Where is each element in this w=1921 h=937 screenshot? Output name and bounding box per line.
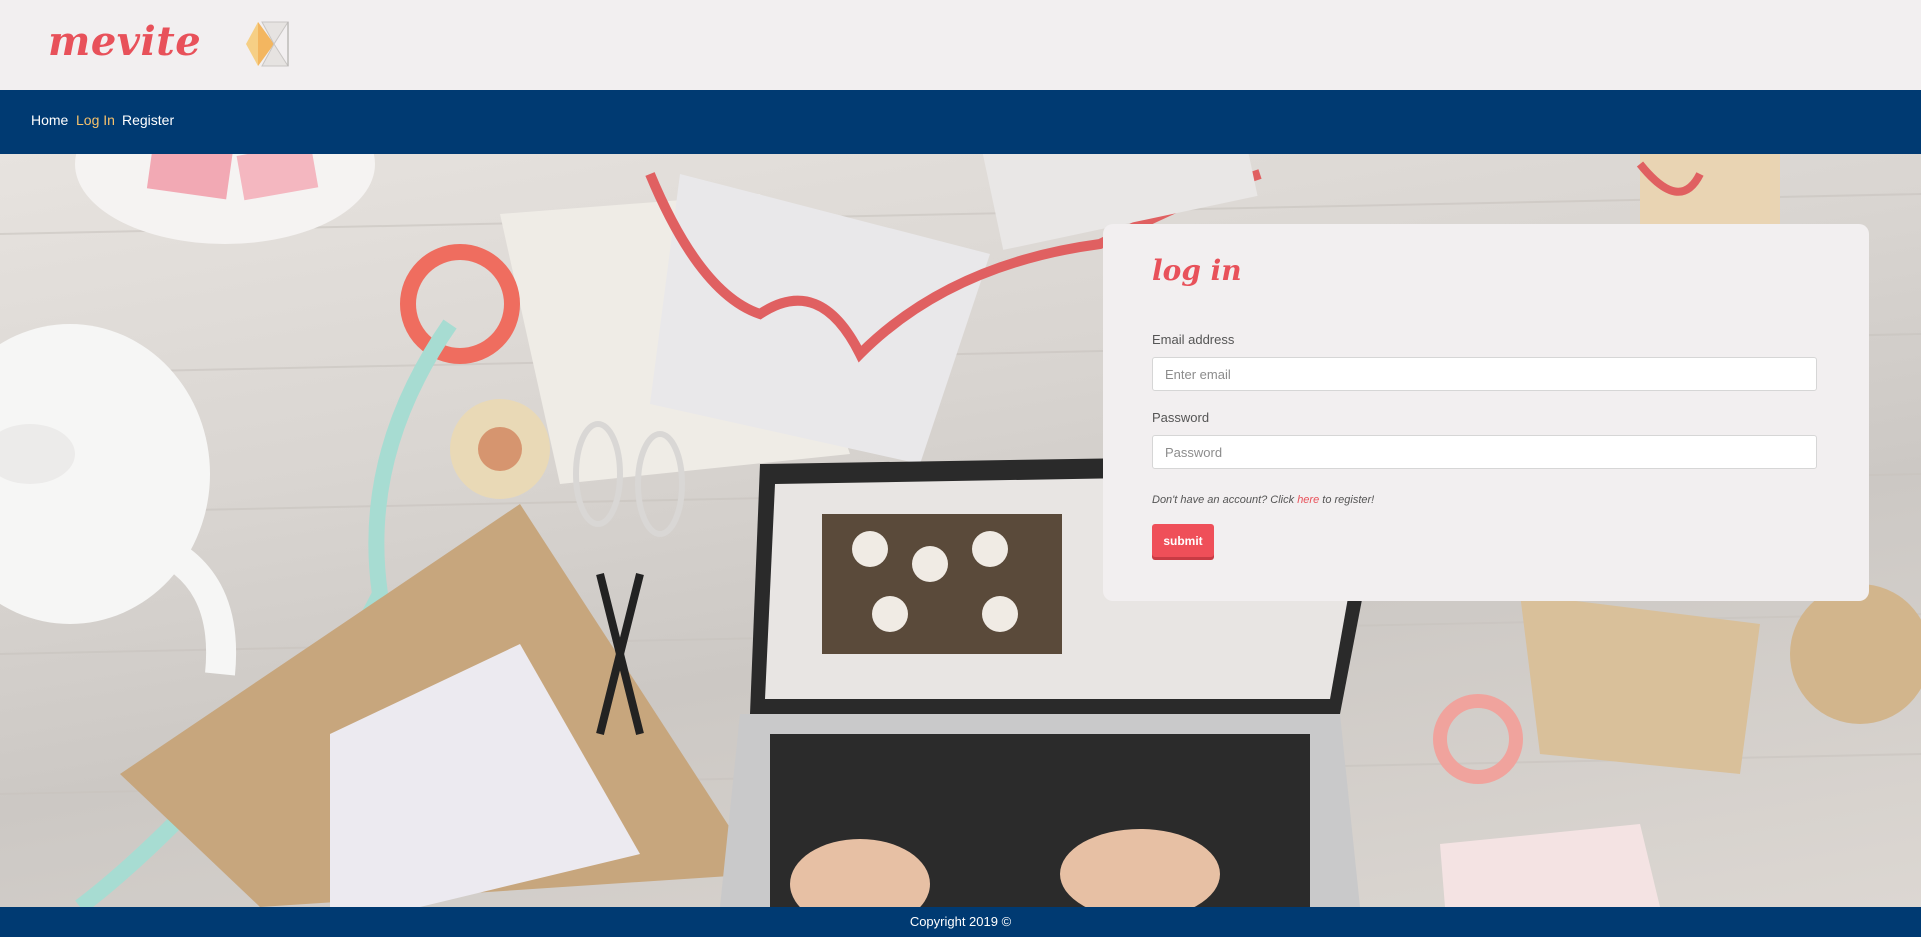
register-prompt: Don't have an account? Click here to reg…	[1152, 494, 1374, 506]
nav-register-link[interactable]: Register	[122, 112, 174, 128]
hero-background-image: log in Email address Password Don't have…	[0, 154, 1921, 907]
logo-icon	[246, 21, 289, 67]
footer: Copyright 2019 ©	[0, 907, 1921, 937]
nav-login-link[interactable]: Log In	[76, 112, 115, 128]
register-prompt-prefix: Don't have an account? Click	[1152, 494, 1298, 506]
header: mevite	[0, 0, 1921, 90]
login-card: log in Email address Password Don't have…	[1103, 224, 1869, 601]
main-navbar: Home Log In Register	[0, 90, 1921, 154]
register-prompt-suffix: to register!	[1319, 494, 1375, 506]
register-here-link[interactable]: here	[1297, 494, 1319, 506]
nav-home-link[interactable]: Home	[31, 112, 68, 128]
submit-button[interactable]: submit	[1152, 524, 1214, 557]
password-input[interactable]	[1152, 435, 1817, 469]
password-label: Password	[1152, 410, 1210, 425]
brand-logo-text[interactable]: mevite	[48, 18, 201, 65]
login-title: log in	[1152, 254, 1242, 287]
copyright-text: Copyright 2019 ©	[909, 914, 1012, 929]
email-label: Email address	[1152, 332, 1235, 347]
email-input[interactable]	[1152, 357, 1817, 391]
